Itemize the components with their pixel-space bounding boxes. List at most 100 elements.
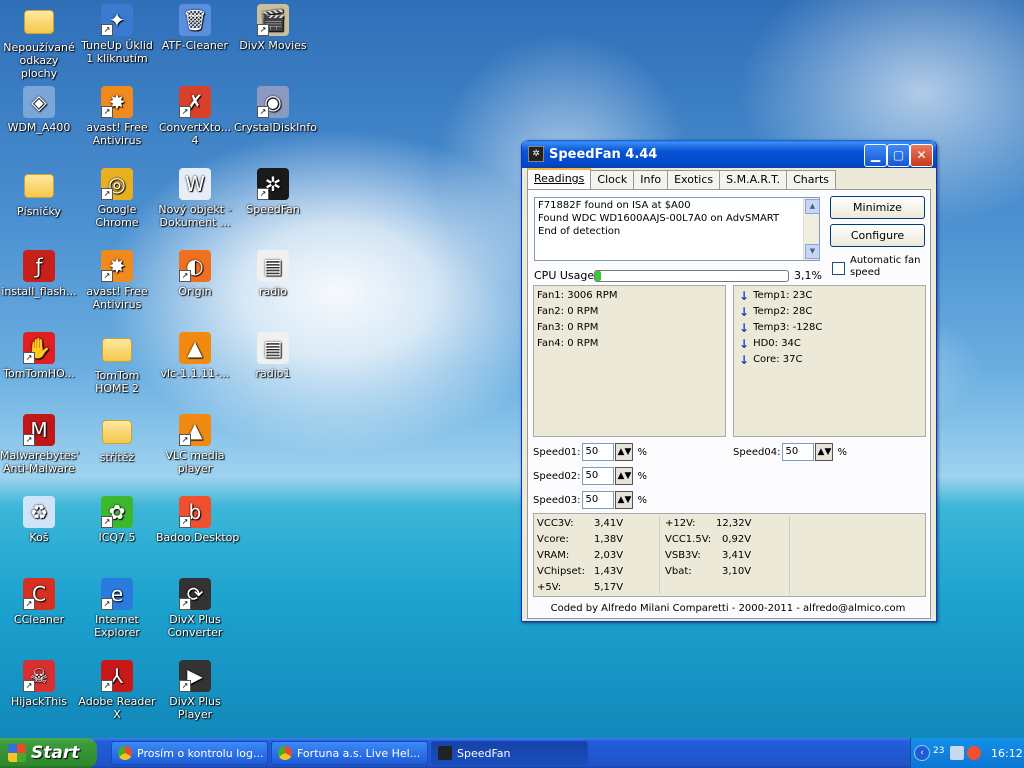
taskbar: Start Prosím o kontrolu log... Fortuna a… [0, 738, 1024, 768]
voltage-value: 5,17V [594, 582, 624, 593]
speed01-input[interactable]: 50 [582, 443, 615, 461]
desktop-icon[interactable]: ▲ vlc-1.1.11-... [156, 332, 234, 380]
desktop-icon[interactable]: ▤ radio1 [234, 332, 312, 380]
desktop-icon[interactable]: b ↗ Badoo.Desktop [156, 496, 239, 544]
detection-log[interactable]: F71882F found on ISA at $A00 Found WDC W… [534, 197, 820, 261]
desktop-icon[interactable]: ☠ ↗ HijackThis [0, 660, 78, 708]
voltage-value: 3,41V [722, 550, 752, 561]
desktop-icon[interactable]: ▲ ↗ VLC media player [156, 414, 234, 475]
tab-smart[interactable]: S.M.A.R.T. [719, 170, 788, 190]
desktop-icon[interactable]: střítěž [78, 414, 156, 464]
tab-charts[interactable]: Charts [786, 170, 837, 190]
desktop-icon[interactable]: ◈ WDM_A400 [0, 86, 78, 134]
divx-player-icon: ▶ ↗ [179, 660, 211, 692]
divx-converter-icon: ⟳ ↗ [179, 578, 211, 610]
desktop-icon[interactable]: ⟳ ↗ DivX Plus Converter [156, 578, 234, 639]
desktop-icon[interactable]: ✸ ↗ avast! Free Antivirus [78, 250, 156, 311]
desktop-icon[interactable]: ▤ radio [234, 250, 312, 298]
taskbar-item-chrome-log[interactable]: Prosím o kontrolu log... [111, 741, 268, 765]
spinner-icon[interactable]: ▲▼ [615, 443, 634, 461]
desktop-icon-label: radio1 [255, 367, 291, 380]
log-scrollbar[interactable]: ▲ ▼ [803, 198, 820, 260]
desktop-icon[interactable]: M ↗ Malwarebytes' Anti-Malware [0, 414, 80, 475]
desktop-icon[interactable]: ✦ ↗ TuneUp Úklid 1 kliknutím [78, 4, 156, 65]
configure-button[interactable]: Configure [830, 224, 925, 247]
shortcut-arrow-icon: ↗ [179, 516, 191, 528]
network-icon[interactable] [950, 746, 964, 760]
desktop-icon[interactable]: ◉ ↗ CrystalDiskInfo [234, 86, 317, 134]
desktop-icon-label: CrystalDiskInfo [234, 121, 317, 134]
log-line: Found WDC WD1600AAJS-00L7A0 on AdvSMART [538, 213, 780, 224]
minimize-window-button[interactable]: ▁ [864, 144, 887, 167]
desktop-icon[interactable]: ✿ ↗ ICQ7.5 [78, 496, 156, 544]
desktop-icon[interactable]: ✲ ↗ SpeedFan [234, 168, 312, 216]
spinner-icon[interactable]: ▲▼ [615, 467, 634, 485]
desktop-icon-label: Malwarebytes' Anti-Malware [0, 449, 80, 475]
voltage-label: VSB3V: [665, 550, 701, 561]
desktop-icon[interactable]: ✸ ↗ avast! Free Antivirus [78, 86, 156, 147]
title-bar[interactable]: ✲ SpeedFan 4.44 ▁ ▢ ✕ [522, 140, 936, 168]
desktop-icon[interactable]: Nepoužívané odkazy plochy [0, 4, 78, 80]
temp-row: ↓ Temp2: 28C [739, 304, 812, 320]
speed02-input[interactable]: 50 [582, 467, 615, 485]
shortcut-arrow-icon: ↗ [257, 24, 269, 36]
arrow-down-icon: ↓ [739, 353, 750, 367]
spinner-icon[interactable]: ▲▼ [615, 491, 634, 509]
tab-info[interactable]: Info [633, 170, 669, 190]
credits-footer: Coded by Alfredo Milani Comparetti - 200… [550, 603, 906, 614]
tab-clock[interactable]: Clock [590, 170, 635, 190]
desktop-icon[interactable]: W Nový objekt - Dokument ... [156, 168, 234, 229]
desktop-icon[interactable]: ▶ ↗ DivX Plus Player [156, 660, 234, 721]
taskbar-item-speedfan[interactable]: SpeedFan [431, 741, 588, 765]
desktop-icon-label: Nový objekt - Dokument ... [158, 203, 232, 229]
desktop-icon[interactable]: ◐ ↗ Origin [156, 250, 234, 298]
tab-readings[interactable]: Readings [527, 168, 592, 191]
speed-label: Speed02: [533, 470, 581, 482]
tab-exotics[interactable]: Exotics [667, 170, 721, 190]
hijackthis-icon: ☠ ↗ [23, 660, 55, 692]
arrow-down-icon: ↓ [739, 321, 750, 335]
minimize-button[interactable]: Minimize [830, 196, 925, 219]
desktop-icon[interactable]: C ↗ CCleaner [0, 578, 78, 626]
speed04-input[interactable]: 50 [782, 443, 815, 461]
chrome-icon [118, 746, 132, 760]
shortcut-arrow-icon: ↗ [179, 106, 191, 118]
voltage-label: VCC1.5V: [665, 534, 712, 545]
scroll-down-icon[interactable]: ▼ [805, 244, 820, 259]
chevron-left-icon[interactable]: ‹ [914, 745, 930, 761]
tray-badge[interactable]: 23 [933, 746, 947, 760]
badoo-tray-icon[interactable] [967, 746, 981, 760]
desktop-icon[interactable]: Písničky [0, 168, 78, 218]
clock[interactable]: 16:12 [991, 747, 1023, 760]
system-tray: ‹ 23 16:12 [910, 738, 1024, 768]
desktop-icon[interactable]: ⅄ ↗ Adobe Reader X [78, 660, 156, 721]
shortcut-arrow-icon: ↗ [23, 434, 35, 446]
desktop-icon[interactable]: ♻ Koš [0, 496, 78, 544]
desktop-icon[interactable]: 🗑 ATF-Cleaner [156, 4, 234, 52]
desktop-icon[interactable]: ✗ ↗ ConvertXto... 4 [156, 86, 234, 147]
scroll-up-icon[interactable]: ▲ [805, 199, 820, 214]
shortcut-arrow-icon: ↗ [101, 270, 113, 282]
maximize-window-button[interactable]: ▢ [887, 144, 910, 167]
taskbar-item-chrome-fortuna[interactable]: Fortuna a.s. Live Hel... [271, 741, 428, 765]
speed03-input[interactable]: 50 [582, 491, 615, 509]
desktop-icon[interactable]: ◎ ↗ Google Chrome [78, 168, 156, 229]
percent-sign: % [637, 446, 647, 458]
shortcut-arrow-icon: ↗ [101, 24, 113, 36]
desktop-icon[interactable]: 🎬 ↗ DivX Movies [234, 4, 312, 52]
chrome-icon: ◎ ↗ [101, 168, 133, 200]
close-window-button[interactable]: ✕ [910, 144, 933, 167]
spinner-icon[interactable]: ▲▼ [815, 443, 834, 461]
desktop-icon[interactable]: ƒ install_flash... [0, 250, 78, 298]
voltage-value: 3,41V [594, 518, 624, 529]
desktop-icon[interactable]: TomTom HOME 2 [78, 332, 156, 395]
badoo-icon: b ↗ [179, 496, 211, 528]
automatic-fan-speed-checkbox[interactable] [832, 262, 845, 275]
task-label: Prosím o kontrolu log... [137, 746, 264, 760]
shortcut-arrow-icon: ↗ [101, 598, 113, 610]
desktop-icon[interactable]: ✋ ↗ TomTomHO... [0, 332, 78, 380]
start-button[interactable]: Start [0, 738, 97, 768]
shortcut-arrow-icon: ↗ [179, 680, 191, 692]
voltage-label: Vbat: [665, 566, 692, 577]
desktop-icon[interactable]: e ↗ Internet Explorer [78, 578, 156, 639]
